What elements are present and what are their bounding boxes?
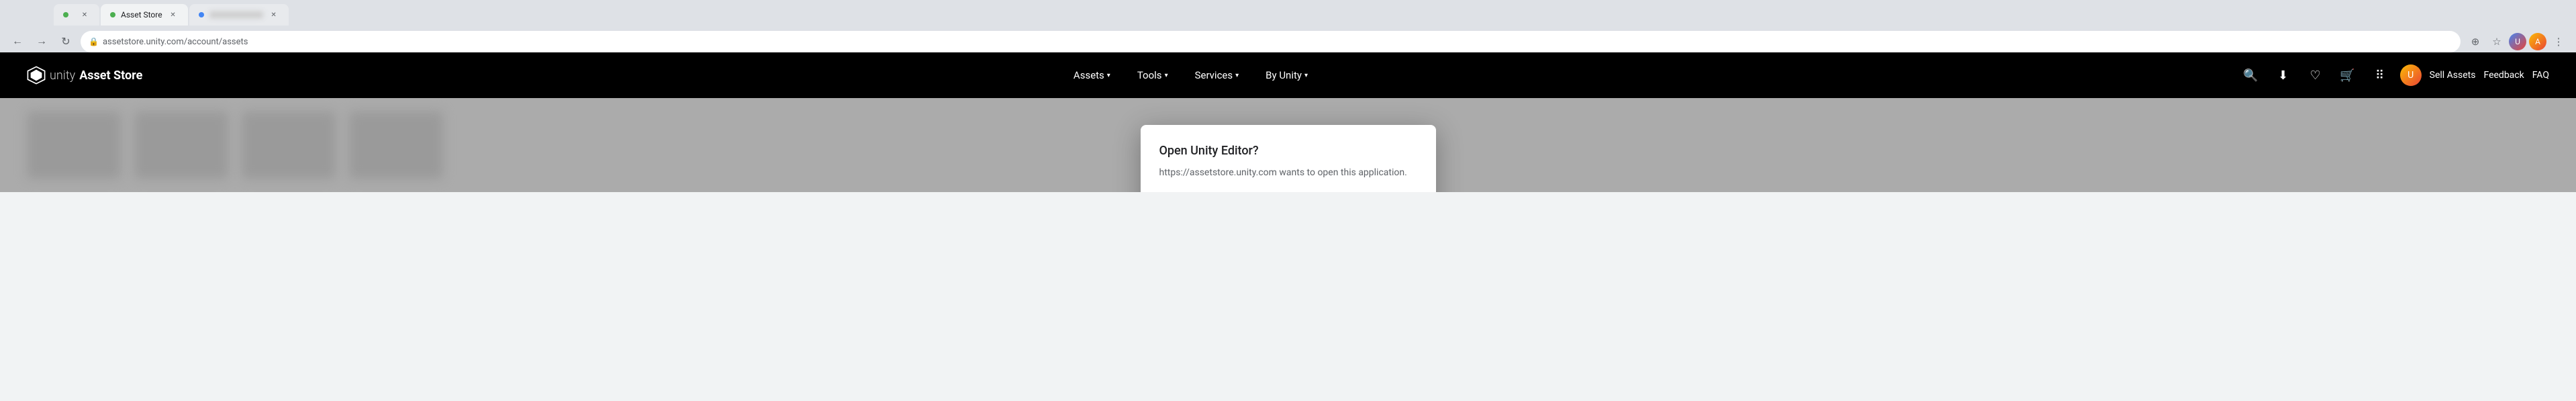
assets-chevron-icon: ▾ — [1107, 72, 1110, 79]
dialog-message: https://assetstore.unity.com wants to op… — [1159, 166, 1417, 180]
add-tab-button[interactable]: ⊕ — [2466, 32, 2485, 51]
tab-favicon-1 — [63, 12, 68, 17]
page-content-area: Open Unity Editor? https://assetstore.un… — [0, 98, 2576, 192]
tab-favicon-2 — [110, 12, 115, 17]
reload-button[interactable]: ↻ — [56, 32, 75, 51]
tab-3[interactable]: ✕ — [189, 4, 289, 26]
nav-by-unity[interactable]: By Unity ▾ — [1252, 52, 1321, 98]
address-bar[interactable]: 🔒 assetstore.unity.com/account/assets — [81, 31, 2461, 52]
browser-actions: ⊕ ☆ U A ⋮ — [2466, 32, 2568, 51]
tab-close-2[interactable]: ✕ — [168, 9, 179, 20]
download-button[interactable]: ⬇ — [2271, 63, 2295, 87]
faq-link[interactable]: FAQ — [2532, 70, 2549, 81]
services-chevron-icon: ▾ — [1235, 72, 1239, 79]
by-unity-chevron-icon: ▾ — [1304, 72, 1308, 79]
menu-button[interactable]: ⋮ — [2549, 32, 2568, 51]
back-button[interactable]: ← — [8, 32, 27, 51]
unity-logo-text-light: unity — [50, 69, 75, 83]
tab-favicon-3 — [199, 12, 204, 17]
unity-logo[interactable]: unity Asset Store — [27, 66, 142, 85]
wishlist-button[interactable]: ♡ — [2303, 63, 2328, 87]
lock-icon: 🔒 — [89, 37, 99, 46]
profile-avatar-2[interactable]: A — [2529, 33, 2546, 50]
tools-chevron-icon: ▾ — [1165, 72, 1168, 79]
browser-chrome: ← → ↻ 🔒 assetstore.unity.com/account/ass… — [0, 26, 2576, 52]
tab-close-1[interactable]: ✕ — [79, 9, 90, 20]
open-editor-dialog: Open Unity Editor? https://assetstore.un… — [1141, 125, 1436, 192]
tab-2[interactable]: Asset Store ✕ — [101, 4, 188, 26]
tab-1[interactable]: ✕ — [54, 4, 99, 26]
dialog-title: Open Unity Editor? — [1159, 144, 1417, 158]
profile-avatar[interactable]: U — [2509, 33, 2526, 50]
unity-header-right: 🔍 ⬇ ♡ 🛒 ⠿ U Sell Assets Feedback FAQ — [2239, 63, 2549, 87]
forward-button[interactable]: → — [32, 32, 51, 51]
unity-logo-icon — [27, 66, 46, 85]
tab-close-3[interactable]: ✕ — [269, 9, 279, 20]
bookmark-button[interactable]: ☆ — [2487, 32, 2506, 51]
tab-title-2: Asset Store — [121, 10, 162, 19]
search-button[interactable]: 🔍 — [2239, 63, 2263, 87]
dialog-overlay: Open Unity Editor? https://assetstore.un… — [0, 98, 2576, 192]
nav-services[interactable]: Services ▾ — [1182, 52, 1253, 98]
browser-tabs-bar: ✕ Asset Store ✕ ✕ — [0, 0, 2576, 26]
user-avatar[interactable]: U — [2400, 64, 2422, 86]
unity-header: unity Asset Store Assets ▾ Tools ▾ Servic… — [0, 52, 2576, 98]
feedback-link[interactable]: Feedback — [2483, 70, 2524, 81]
website-content: unity Asset Store Assets ▾ Tools ▾ Servic… — [0, 52, 2576, 192]
sell-assets-link[interactable]: Sell Assets — [2430, 70, 2476, 81]
cart-button[interactable]: 🛒 — [2336, 63, 2360, 87]
apps-button[interactable]: ⠿ — [2368, 63, 2392, 87]
tab-title-3 — [209, 11, 263, 18]
unity-logo-text-bold: Asset Store — [79, 69, 142, 83]
address-url: assetstore.unity.com/account/assets — [103, 37, 248, 47]
unity-nav: Assets ▾ Tools ▾ Services ▾ By Unity ▾ — [1060, 52, 1321, 98]
nav-assets[interactable]: Assets ▾ — [1060, 52, 1124, 98]
nav-tools[interactable]: Tools ▾ — [1124, 52, 1182, 98]
